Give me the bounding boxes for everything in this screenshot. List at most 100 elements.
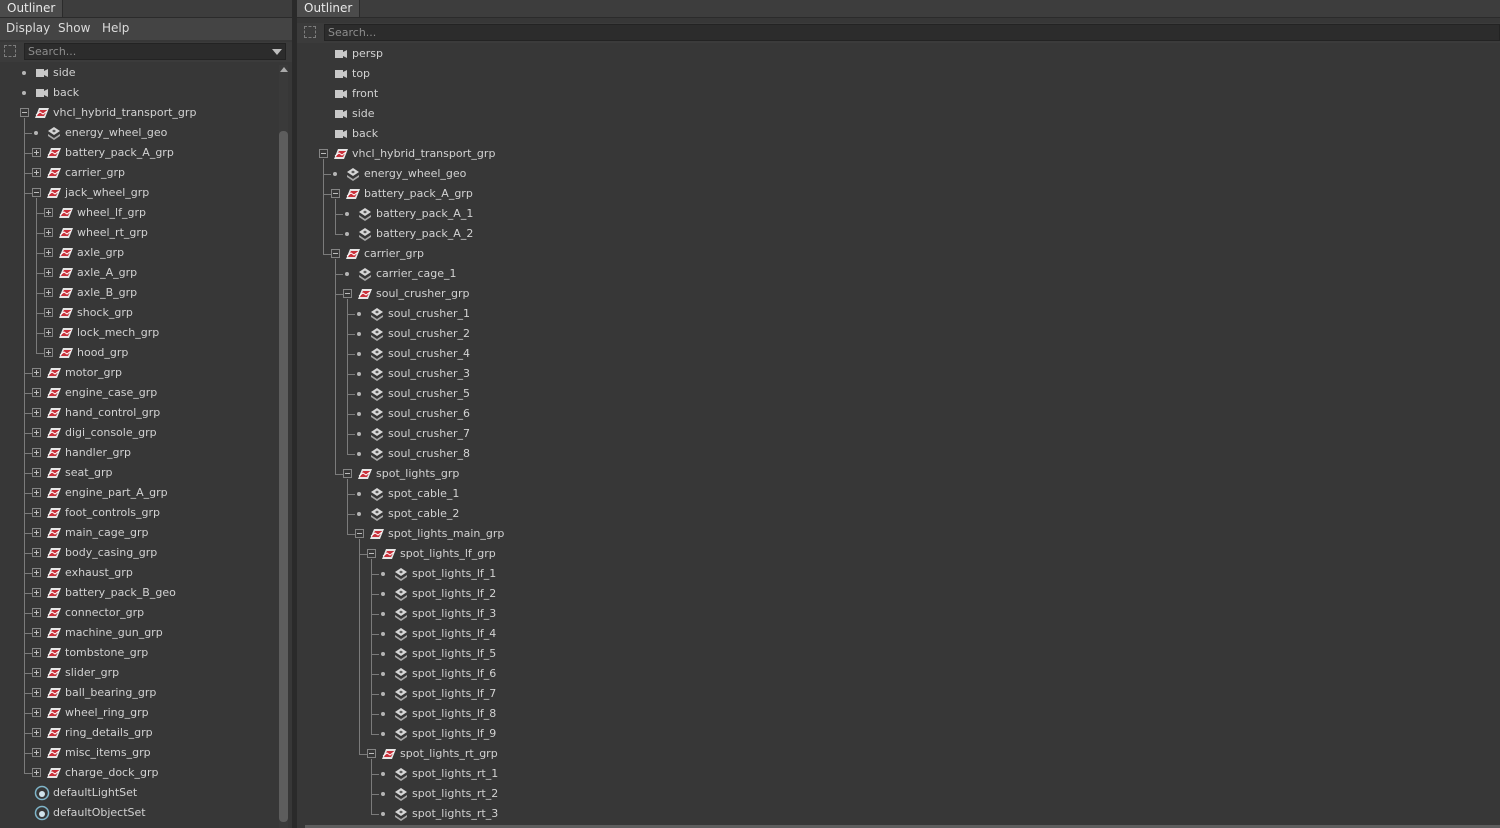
left-vertical-scrollbar[interactable]: [279, 65, 288, 828]
outliner-row[interactable]: soul_crusher_8: [297, 444, 1500, 464]
outliner-row[interactable]: soul_crusher_2: [297, 324, 1500, 344]
outliner-row[interactable]: energy_wheel_geo: [0, 123, 292, 143]
outliner-row[interactable]: charge_dock_grp: [0, 763, 292, 783]
outliner-row[interactable]: spot_lights_grp: [297, 464, 1500, 484]
outliner-row[interactable]: soul_crusher_1: [297, 304, 1500, 324]
outliner-row[interactable]: spot_lights_lf_5: [297, 644, 1500, 664]
expand-toggle-icon[interactable]: [44, 308, 53, 317]
outliner-row[interactable]: defaultObjectSet: [0, 803, 292, 823]
right-outliner-tab[interactable]: Outliner: [297, 0, 361, 17]
outliner-row[interactable]: motor_grp: [0, 363, 292, 383]
outliner-row[interactable]: lock_mech_grp: [0, 323, 292, 343]
expand-toggle-icon[interactable]: [32, 628, 41, 637]
expand-toggle-icon[interactable]: [44, 288, 53, 297]
filter-icon[interactable]: [304, 26, 316, 38]
outliner-row[interactable]: side: [297, 104, 1500, 124]
outliner-row[interactable]: front: [297, 84, 1500, 104]
expand-toggle-icon[interactable]: [32, 448, 41, 457]
expand-toggle-icon[interactable]: [44, 328, 53, 337]
outliner-row[interactable]: engine_part_A_grp: [0, 483, 292, 503]
outliner-row[interactable]: vhcl_hybrid_transport_grp: [297, 144, 1500, 164]
outliner-row[interactable]: exhaust_grp: [0, 563, 292, 583]
outliner-row[interactable]: soul_crusher_3: [297, 364, 1500, 384]
filter-icon[interactable]: [4, 45, 16, 57]
outliner-row[interactable]: spot_lights_lf_4: [297, 624, 1500, 644]
outliner-row[interactable]: axle_grp: [0, 243, 292, 263]
collapse-toggle-icon[interactable]: [331, 189, 340, 198]
expand-toggle-icon[interactable]: [44, 228, 53, 237]
menu-show[interactable]: Show: [58, 18, 90, 38]
left-search-field[interactable]: [24, 43, 286, 60]
outliner-row[interactable]: ball_bearing_grp: [0, 683, 292, 703]
expand-toggle-icon[interactable]: [32, 648, 41, 657]
right-search-input[interactable]: [328, 25, 1385, 40]
outliner-row[interactable]: engine_case_grp: [0, 383, 292, 403]
expand-toggle-icon[interactable]: [32, 528, 41, 537]
outliner-row[interactable]: soul_crusher_7: [297, 424, 1500, 444]
scroll-up-arrow-icon[interactable]: [280, 67, 288, 72]
outliner-row[interactable]: handler_grp: [0, 443, 292, 463]
outliner-row[interactable]: ring_details_grp: [0, 723, 292, 743]
expand-toggle-icon[interactable]: [32, 768, 41, 777]
outliner-row[interactable]: defaultLightSet: [0, 783, 292, 803]
outliner-row[interactable]: side: [0, 63, 292, 83]
outliner-row[interactable]: spot_cable_2: [297, 504, 1500, 524]
collapse-toggle-icon[interactable]: [331, 249, 340, 258]
collapse-toggle-icon[interactable]: [343, 469, 352, 478]
outliner-row[interactable]: spot_lights_lf_8: [297, 704, 1500, 724]
expand-toggle-icon[interactable]: [32, 148, 41, 157]
outliner-row[interactable]: spot_lights_lf_3: [297, 604, 1500, 624]
outliner-row[interactable]: wheel_lf_grp: [0, 203, 292, 223]
outliner-row[interactable]: spot_lights_lf_1: [297, 564, 1500, 584]
outliner-row[interactable]: soul_crusher_6: [297, 404, 1500, 424]
outliner-row[interactable]: spot_lights_main_grp: [297, 524, 1500, 544]
outliner-row[interactable]: battery_pack_A_1: [297, 204, 1500, 224]
expand-toggle-icon[interactable]: [32, 468, 41, 477]
collapse-toggle-icon[interactable]: [355, 529, 364, 538]
expand-toggle-icon[interactable]: [32, 748, 41, 757]
collapse-toggle-icon[interactable]: [367, 749, 376, 758]
expand-toggle-icon[interactable]: [32, 388, 41, 397]
outliner-row[interactable]: hood_grp: [0, 343, 292, 363]
outliner-row[interactable]: soul_crusher_5: [297, 384, 1500, 404]
outliner-row[interactable]: jack_wheel_grp: [0, 183, 292, 203]
outliner-row[interactable]: tombstone_grp: [0, 643, 292, 663]
expand-toggle-icon[interactable]: [44, 268, 53, 277]
outliner-row[interactable]: spot_lights_rt_grp: [297, 744, 1500, 764]
outliner-row[interactable]: top: [297, 64, 1500, 84]
outliner-row[interactable]: hand_control_grp: [0, 403, 292, 423]
outliner-row[interactable]: axle_B_grp: [0, 283, 292, 303]
expand-toggle-icon[interactable]: [32, 728, 41, 737]
outliner-row[interactable]: soul_crusher_4: [297, 344, 1500, 364]
expand-toggle-icon[interactable]: [32, 568, 41, 577]
outliner-row[interactable]: back: [297, 124, 1500, 144]
outliner-row[interactable]: digi_console_grp: [0, 423, 292, 443]
outliner-row[interactable]: spot_lights_rt_2: [297, 784, 1500, 804]
outliner-row[interactable]: carrier_grp: [0, 163, 292, 183]
expand-toggle-icon[interactable]: [32, 488, 41, 497]
scrollbar-thumb[interactable]: [279, 131, 288, 822]
outliner-row[interactable]: spot_lights_rt_3: [297, 804, 1500, 824]
expand-toggle-icon[interactable]: [32, 608, 41, 617]
expand-toggle-icon[interactable]: [32, 708, 41, 717]
outliner-row[interactable]: main_cage_grp: [0, 523, 292, 543]
outliner-row[interactable]: wheel_ring_grp: [0, 703, 292, 723]
outliner-row[interactable]: battery_pack_A_grp: [297, 184, 1500, 204]
outliner-row[interactable]: vhcl_hybrid_transport_grp: [0, 103, 292, 123]
expand-toggle-icon[interactable]: [32, 508, 41, 517]
outliner-row[interactable]: spot_lights_lf_7: [297, 684, 1500, 704]
left-search-input[interactable]: [28, 44, 262, 59]
expand-toggle-icon[interactable]: [44, 248, 53, 257]
outliner-row[interactable]: spot_lights_rt_1: [297, 764, 1500, 784]
outliner-row[interactable]: back: [0, 83, 292, 103]
outliner-row[interactable]: spot_lights_lf_2: [297, 584, 1500, 604]
outliner-row[interactable]: spot_cable_1: [297, 484, 1500, 504]
outliner-row[interactable]: battery_pack_A_2: [297, 224, 1500, 244]
outliner-row[interactable]: shock_grp: [0, 303, 292, 323]
outliner-row[interactable]: axle_A_grp: [0, 263, 292, 283]
expand-toggle-icon[interactable]: [32, 428, 41, 437]
expand-toggle-icon[interactable]: [32, 368, 41, 377]
menu-display[interactable]: Display: [6, 18, 50, 38]
collapse-toggle-icon[interactable]: [32, 188, 41, 197]
outliner-row[interactable]: carrier_cage_1: [297, 264, 1500, 284]
